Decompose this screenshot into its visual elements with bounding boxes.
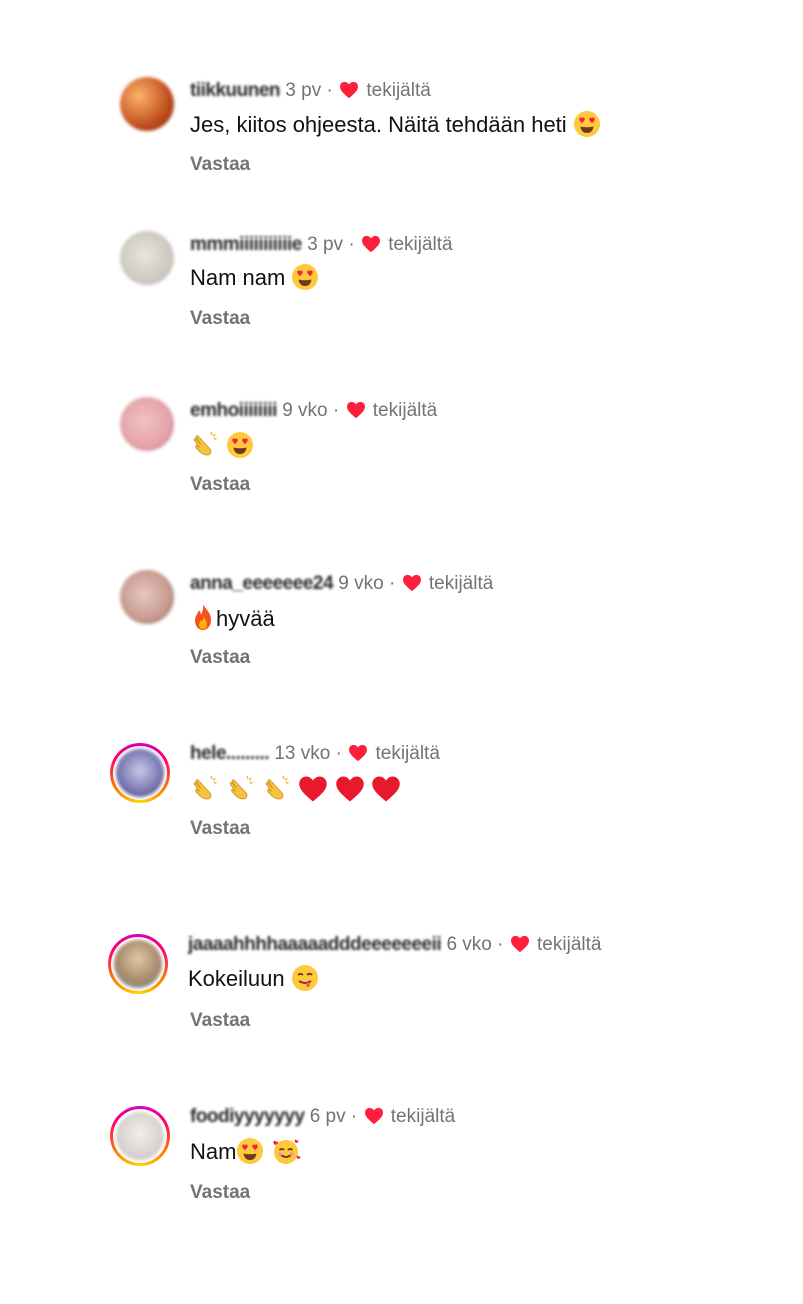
username[interactable]: mmmiiiiiiiiiiie [190,233,302,257]
heart-icon [361,235,380,253]
yum-emoji-icon [291,965,318,991]
clap-emoji-icon [193,431,217,456]
avatar [116,1112,164,1160]
red-heart-emoji-icon [335,776,364,802]
avatar[interactable] [120,397,174,451]
avatar[interactable] [120,231,174,285]
reply-button[interactable]: Vastaa [190,1182,250,1204]
heart-icon [340,81,359,99]
story-ring[interactable] [110,743,170,803]
clap-emoji-icon [193,775,217,800]
reply-button[interactable]: Vastaa [190,474,250,496]
heart-eyes-emoji-icon [292,264,319,290]
comment-text: hyvää [216,606,275,631]
reply-button[interactable]: Vastaa [190,647,250,669]
separator: · [332,400,340,421]
red-heart-emoji-icon [299,776,328,802]
username[interactable]: hele......... [190,742,270,766]
liked-by-author: tekijältä [388,234,453,255]
reply-button[interactable]: Vastaa [190,1010,250,1032]
story-ring[interactable] [110,1106,170,1166]
liked-by-author: tekijältä [372,400,438,421]
separator: · [326,80,333,101]
comment-time: 13 vko [274,743,331,764]
heart-icon [510,935,529,953]
heart-icon [364,1107,383,1125]
separator: · [350,1106,358,1127]
avatar [116,749,164,797]
liked-by-author: tekijältä [375,743,440,764]
comment-time: 6 vko [446,934,492,955]
comment-text: Nam [190,1139,237,1164]
red-heart-emoji-icon [371,776,400,802]
heart-icon [349,744,368,762]
avatar[interactable] [120,570,174,624]
separator: · [348,234,355,255]
username[interactable]: anna_eeeeeee24 [190,572,334,596]
heart-eyes-emoji-icon [237,1138,264,1164]
comment-time: 9 vko [282,400,328,421]
heart-eyes-emoji-icon [227,432,254,458]
liked-by-author: tekijältä [428,573,494,594]
clap-emoji-icon [229,775,253,800]
smiling-hearts-emoji-icon [272,1139,301,1164]
username[interactable]: tiikkuunen [190,79,281,103]
separator: · [497,934,504,955]
liked-by-author: tekijältä [390,1106,456,1127]
comment-time: 3 pv [285,80,322,101]
separator: · [389,573,396,594]
comment-time: 6 pv [309,1106,346,1127]
heart-eyes-emoji-icon [573,111,600,137]
heart-icon [346,401,365,419]
separator: · [335,743,342,764]
avatar[interactable] [120,77,174,131]
comment-text: Kokeiluun [188,966,285,991]
username[interactable]: foodiyyyyyyy [190,1105,305,1129]
liked-by-author: tekijältä [366,80,431,101]
comment-text: Nam nam [190,265,286,290]
avatar [114,940,162,988]
username[interactable]: jaaaahhhhaaaaadddeeeeeeeii [188,933,442,957]
clap-emoji-icon [266,775,289,800]
reply-button[interactable]: Vastaa [190,308,250,330]
heart-icon [402,574,421,592]
liked-by-author: tekijältä [537,934,602,955]
comment-time: 3 pv [307,234,344,255]
reply-button[interactable]: Vastaa [190,818,250,840]
reply-button[interactable]: Vastaa [190,154,250,176]
comment-time: 9 vko [338,573,384,594]
story-ring[interactable] [108,934,168,994]
username[interactable]: emhoiiiiiiii [190,399,277,423]
comment-text: Jes, kiitos ohjeesta. Näitä tehdään heti [190,112,567,137]
fire-emoji-icon [195,604,211,630]
